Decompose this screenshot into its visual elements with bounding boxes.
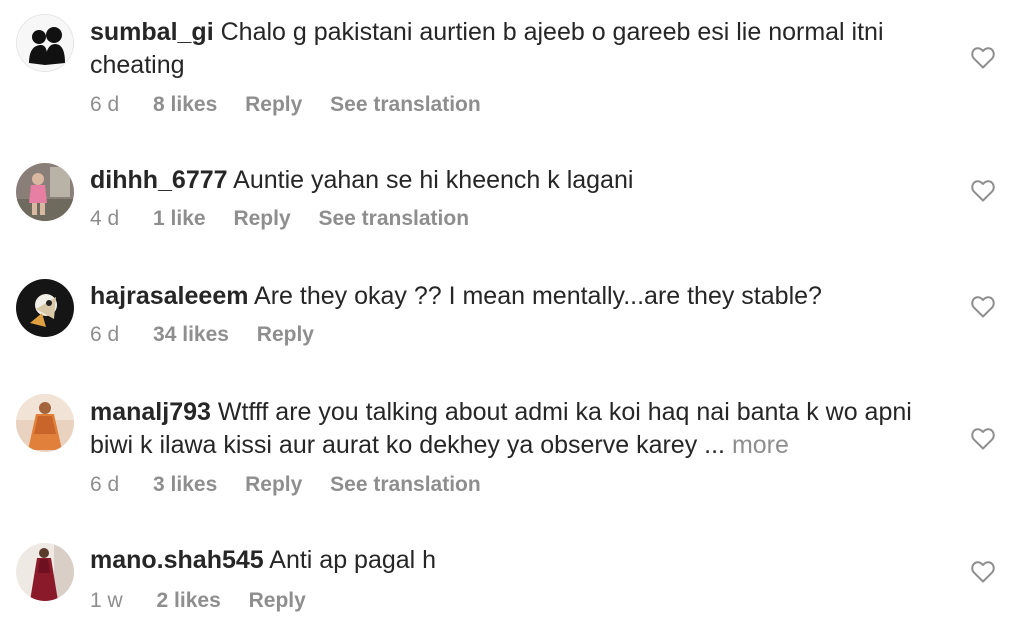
likes-count[interactable]: 2 likes	[157, 589, 221, 612]
comment-username[interactable]: dihhh_6777	[90, 166, 228, 194]
comment-text: dihhh_6777 Auntie yahan se hi kheench k …	[90, 164, 950, 197]
comment-time: 6 d	[90, 93, 120, 116]
comment-time: 6 d	[90, 473, 120, 496]
comment-time: 4 d	[90, 207, 120, 230]
comment-text: manalj793 Wtfff are you talking about ad…	[90, 396, 950, 462]
child-photo-icon	[16, 163, 74, 221]
heart-icon[interactable]	[971, 180, 995, 202]
reply-button[interactable]: Reply	[233, 207, 290, 230]
orange-dress-icon	[16, 394, 74, 452]
maroon-dress-icon	[16, 543, 74, 601]
comment-time: 1 w	[90, 589, 123, 612]
avatar[interactable]	[16, 14, 74, 72]
comment-username[interactable]: manalj793	[90, 398, 211, 426]
reply-button[interactable]: Reply	[257, 323, 314, 346]
heart-icon[interactable]	[971, 47, 995, 69]
likes-count[interactable]: 3 likes	[153, 473, 217, 496]
comment-username[interactable]: mano.shah545	[90, 546, 264, 574]
heart-icon[interactable]	[971, 296, 995, 318]
comment-text: hajrasaleeem Are they okay ?? I mean men…	[90, 280, 950, 313]
couple-silhouette-icon	[17, 15, 73, 71]
likes-count[interactable]: 8 likes	[153, 93, 217, 116]
avatar[interactable]	[16, 163, 74, 221]
see-translation-button[interactable]: See translation	[330, 93, 481, 116]
comment-meta: 6 d 3 likes Reply See translation	[90, 472, 481, 498]
avatar[interactable]	[16, 543, 74, 601]
comment-text: mano.shah545 Anti ap pagal h	[90, 544, 950, 577]
comment-meta: 1 w 2 likes Reply	[90, 588, 328, 614]
comment-meta: 6 d 8 likes Reply See translation	[90, 92, 481, 118]
reply-button[interactable]: Reply	[245, 93, 302, 116]
see-translation-button[interactable]: See translation	[318, 207, 469, 230]
comment-username[interactable]: sumbal_gi	[90, 18, 214, 46]
comment-body: Anti ap pagal h	[269, 546, 437, 574]
reply-button[interactable]: Reply	[249, 589, 306, 612]
comment-text: sumbal_gi Chalo g pakistani aurtien b aj…	[90, 16, 950, 82]
comment-body: Are they okay ?? I mean mentally...are t…	[254, 282, 822, 310]
likes-count[interactable]: 1 like	[153, 207, 206, 230]
avatar[interactable]	[16, 394, 74, 452]
comment-username[interactable]: hajrasaleeem	[90, 282, 248, 310]
avatar[interactable]	[16, 279, 74, 337]
comment-time: 6 d	[90, 323, 120, 346]
comment-body: Auntie yahan se hi kheench k lagani	[233, 166, 634, 194]
dark-photo-icon	[16, 279, 74, 337]
see-translation-button[interactable]: See translation	[330, 473, 481, 496]
comment-meta: 4 d 1 like Reply See translation	[90, 206, 469, 232]
more-button[interactable]: more	[732, 431, 789, 459]
heart-icon[interactable]	[971, 428, 995, 450]
comment-meta: 6 d 34 likes Reply	[90, 322, 336, 348]
likes-count[interactable]: 34 likes	[153, 323, 229, 346]
reply-button[interactable]: Reply	[245, 473, 302, 496]
heart-icon[interactable]	[971, 561, 995, 583]
